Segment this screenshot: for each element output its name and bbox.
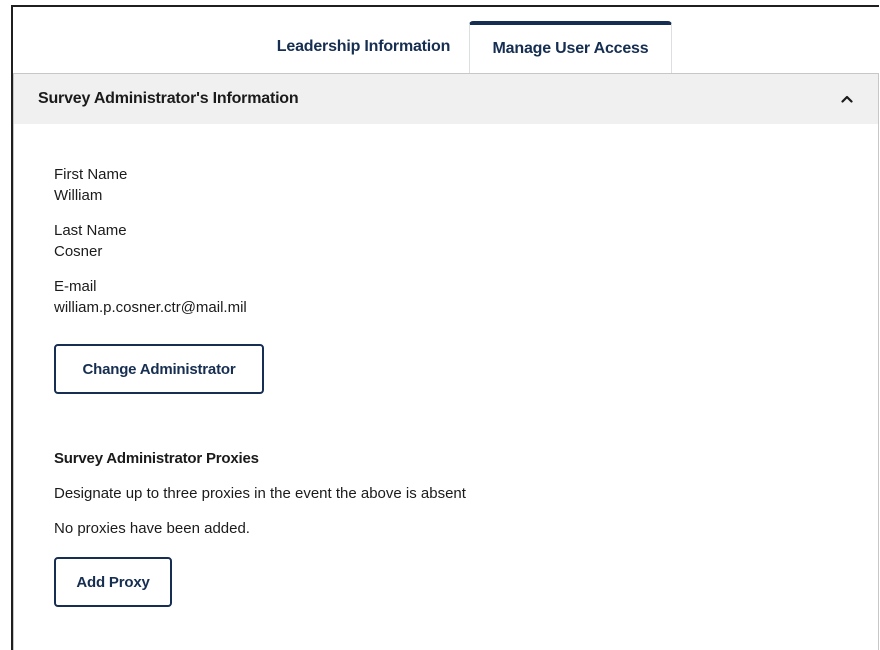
- last-name-value: Cosner: [54, 243, 103, 260]
- first-name-label: First Name: [54, 166, 128, 183]
- administrator-content: First Name William Last Name Cosner E-ma…: [14, 124, 878, 607]
- proxies-section-title: Survey Administrator Proxies: [54, 450, 259, 467]
- accordion-title: Survey Administrator's Information: [38, 90, 299, 107]
- add-proxy-button[interactable]: Add Proxy: [54, 557, 172, 607]
- accordion-panel: Survey Administrator's Information First…: [13, 73, 879, 650]
- page-frame: Leadership Information Manage User Acces…: [11, 5, 879, 650]
- email-value: william.p.cosner.ctr@mail.mil: [54, 299, 247, 316]
- tab-manage-user-access[interactable]: Manage User Access: [469, 21, 672, 73]
- first-name-field: First Name William: [54, 164, 878, 206]
- tab-leadership-information[interactable]: Leadership Information: [258, 21, 469, 73]
- tab-bar: Leadership Information Manage User Acces…: [258, 21, 672, 73]
- accordion-header[interactable]: Survey Administrator's Information: [14, 74, 878, 124]
- proxies-description: Designate up to three proxies in the eve…: [54, 485, 466, 502]
- proxies-empty-text: No proxies have been added.: [54, 520, 250, 537]
- last-name-field: Last Name Cosner: [54, 220, 878, 262]
- chevron-up-icon[interactable]: [840, 92, 854, 106]
- email-field: E-mail william.p.cosner.ctr@mail.mil: [54, 276, 878, 318]
- last-name-label: Last Name: [54, 222, 127, 239]
- first-name-value: William: [54, 187, 103, 204]
- email-label: E-mail: [54, 278, 97, 295]
- change-administrator-button[interactable]: Change Administrator: [54, 344, 264, 394]
